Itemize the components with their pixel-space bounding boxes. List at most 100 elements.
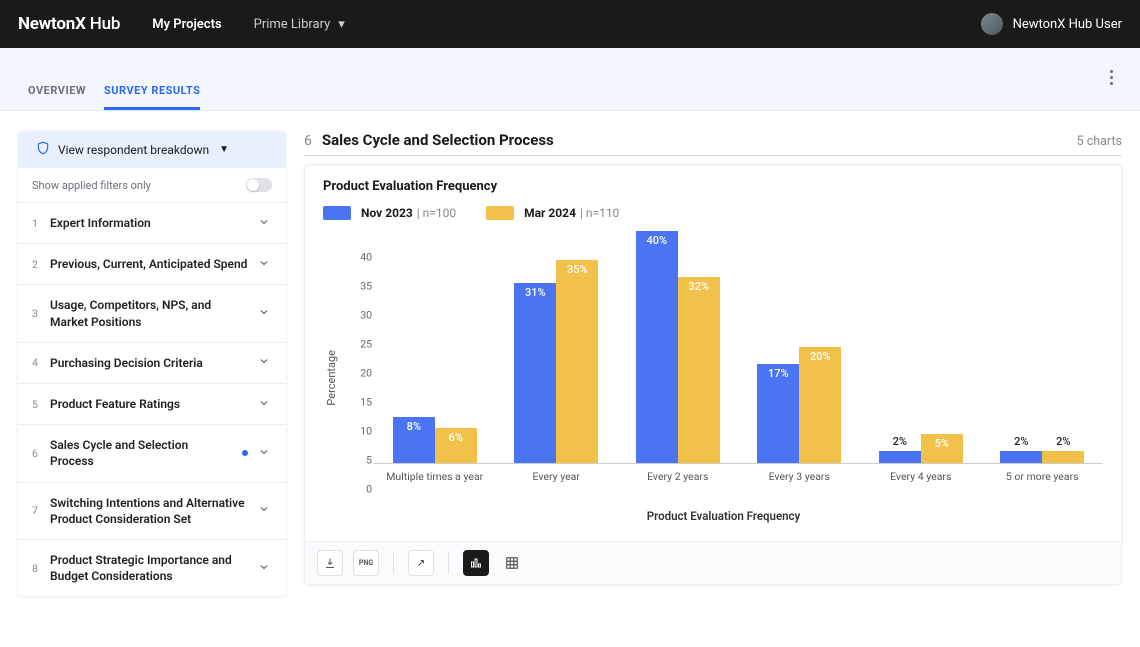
- sidebar-item-3[interactable]: 3 Usage, Competitors, NPS, and Market Pos…: [18, 284, 286, 341]
- bar-value-label: 40%: [636, 234, 678, 247]
- applied-filters-label: Show applied filters only: [32, 179, 151, 192]
- chart-toolbar: PNG: [305, 541, 1121, 584]
- y-tick: 0: [366, 483, 372, 496]
- bar-mar-2024: 32%: [678, 277, 720, 463]
- applied-filters-toggle[interactable]: [246, 178, 272, 192]
- main-content: 6Sales Cycle and Selection Process 5 cha…: [304, 131, 1122, 599]
- sidebar-item-label: Purchasing Decision Criteria: [50, 355, 248, 371]
- bar-nov-2023: 8%: [393, 417, 435, 463]
- y-tick: 10: [360, 425, 372, 438]
- chevron-down-icon: [258, 397, 272, 412]
- bar-value-label: 5%: [921, 437, 963, 450]
- bar-mar-2024: 5%: [921, 434, 963, 463]
- bar-group: 40% 32%: [617, 232, 739, 463]
- avatar[interactable]: [981, 13, 1003, 35]
- chart-card: Product Evaluation Frequency Nov 2023| n…: [304, 164, 1122, 585]
- sidebar-item-1[interactable]: 1Expert Information: [18, 202, 286, 243]
- sidebar-item-number: 4: [32, 356, 40, 369]
- x-tick: Every year: [496, 464, 618, 483]
- bar-value-label: 8%: [393, 420, 435, 433]
- sidebar-item-number: 1: [32, 217, 40, 230]
- chevron-down-icon: [258, 503, 272, 518]
- y-tick: 40: [360, 251, 372, 264]
- chevron-down-icon: [258, 306, 272, 321]
- table-view-button[interactable]: [499, 550, 525, 576]
- png-export-button[interactable]: PNG: [353, 550, 379, 576]
- bar-group: 8%6%: [374, 232, 496, 463]
- sidebar: View respondent breakdown ▼ Show applied…: [18, 131, 286, 596]
- more-menu-icon[interactable]: [1102, 70, 1120, 85]
- chart-legend: Nov 2023| n=100 Mar 2024| n=110: [305, 198, 1121, 224]
- y-tick: 20: [360, 367, 372, 380]
- sub-navbar: OVERVIEW SURVEY RESULTS: [0, 48, 1140, 111]
- bar-mar-2024: 2%: [1042, 451, 1084, 463]
- sidebar-item-6[interactable]: 6Sales Cycle and Selection Process: [18, 424, 286, 481]
- library-dropdown[interactable]: Prime Library ▾: [254, 17, 345, 32]
- sidebar-item-label: Switching Intentions and Alternative Pro…: [50, 495, 248, 527]
- sidebar-item-8[interactable]: 8 Product Strategic Importance and Budget…: [18, 539, 286, 596]
- chevron-down-icon: ▾: [338, 17, 345, 32]
- legend-item-nov-2023: Nov 2023| n=100: [323, 206, 456, 220]
- chart-count: 5 charts: [1077, 134, 1122, 149]
- sidebar-item-label: Product Feature Ratings: [50, 396, 248, 412]
- x-tick: Every 4 years: [860, 464, 982, 483]
- tab-survey-results[interactable]: SURVEY RESULTS: [104, 74, 200, 110]
- bar-value-label: 31%: [514, 286, 556, 299]
- bar-value-label: 17%: [757, 367, 799, 380]
- bar-mar-2024: 20%: [799, 347, 841, 463]
- chevron-down-icon: [258, 257, 272, 272]
- x-axis-label: Product Evaluation Frequency: [344, 509, 1103, 523]
- legend-item-mar-2024: Mar 2024| n=110: [486, 206, 619, 220]
- y-tick: 25: [360, 338, 372, 351]
- y-tick: 5: [366, 454, 372, 467]
- sidebar-item-label: Sales Cycle and Selection Process: [50, 437, 232, 469]
- bar-nov-2023: 40%: [636, 231, 678, 463]
- chevron-down-icon: [258, 355, 272, 370]
- x-tick: 5 or more years: [982, 464, 1104, 483]
- chart-plot-area: 8%6%31%35%40%32%17%20%2%5%2%2%: [374, 232, 1103, 464]
- section-title: 6Sales Cycle and Selection Process: [304, 131, 554, 149]
- sidebar-item-4[interactable]: 4 Purchasing Decision Criteria: [18, 342, 286, 383]
- y-tick: 35: [360, 280, 372, 293]
- x-tick: Multiple times a year: [374, 464, 496, 483]
- active-dot-icon: [242, 450, 248, 456]
- sidebar-item-2[interactable]: 2Previous, Current, Anticipated Spend: [18, 243, 286, 284]
- bar-group: 31%35%: [496, 232, 618, 463]
- bar-group: 17%20%: [739, 232, 861, 463]
- x-tick: Every 3 years: [739, 464, 861, 483]
- y-tick: 15: [360, 396, 372, 409]
- bar-nov-2023: 2%: [879, 451, 921, 463]
- tab-overview[interactable]: OVERVIEW: [28, 74, 86, 110]
- y-axis-label: Percentage: [323, 350, 340, 406]
- download-button[interactable]: [317, 550, 343, 576]
- shield-icon: [36, 141, 50, 158]
- sidebar-item-5[interactable]: 5 Product Feature Ratings: [18, 383, 286, 424]
- chevron-down-icon: [258, 446, 272, 461]
- expand-button[interactable]: [408, 550, 434, 576]
- sidebar-item-7[interactable]: 7 Switching Intentions and Alternative Pr…: [18, 482, 286, 539]
- bar-mar-2024: 6%: [435, 428, 477, 463]
- respondent-breakdown-toggle[interactable]: View respondent breakdown ▼: [18, 131, 286, 168]
- sidebar-item-number: 5: [32, 398, 40, 411]
- sidebar-item-label: Previous, Current, Anticipated Spend: [50, 256, 248, 272]
- sidebar-item-number: 7: [32, 504, 40, 517]
- bar-mar-2024: 35%: [556, 260, 598, 463]
- top-navbar: NewtonX Hub My Projects Prime Library ▾ …: [0, 0, 1140, 48]
- bar-group: 2%2%: [982, 232, 1104, 463]
- bar-nov-2023: 17%: [757, 364, 799, 463]
- sidebar-item-number: 3: [32, 307, 40, 320]
- nav-my-projects[interactable]: My Projects: [152, 17, 221, 32]
- bar-value-label: 35%: [556, 263, 598, 276]
- sidebar-item-label: Product Strategic Importance and Budget …: [50, 552, 248, 584]
- bar-nov-2023: 31%: [514, 283, 556, 463]
- chevron-down-icon: [258, 216, 272, 231]
- bar-value-label: 32%: [678, 280, 720, 293]
- bar-value-label: 2%: [1000, 435, 1042, 448]
- bar-value-label: 2%: [1042, 435, 1084, 448]
- sidebar-item-label: Usage, Competitors, NPS, and Market Posi…: [50, 297, 248, 329]
- respondent-breakdown-label: View respondent breakdown: [58, 143, 209, 157]
- chevron-down-icon: [258, 561, 272, 576]
- bar-group: 2%5%: [860, 232, 982, 463]
- sidebar-item-number: 8: [32, 562, 40, 575]
- chart-view-button[interactable]: [463, 550, 489, 576]
